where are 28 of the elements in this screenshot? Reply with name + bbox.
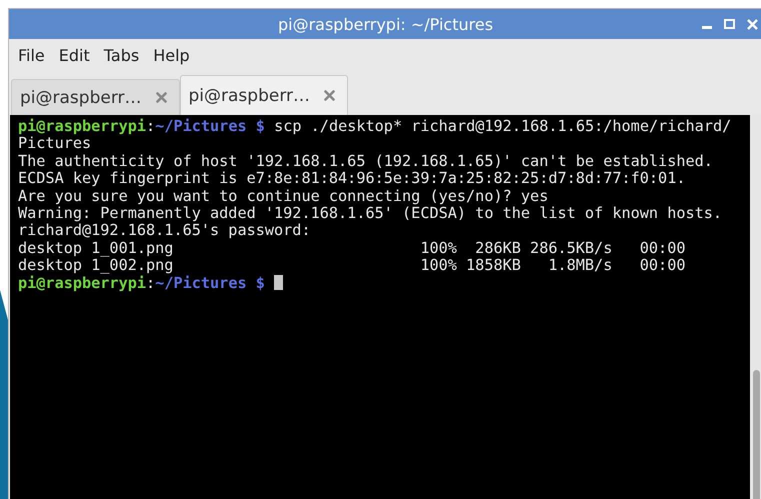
output-line: desktop 1_001.png 100% 286KB 286.5KB/s 00:00: [18, 240, 686, 258]
scrollbar-thumb[interactable]: [753, 370, 760, 499]
output-line: The authenticity of host '192.168.1.65 (192.168.1.65)' can't be established.: [18, 152, 714, 170]
output-line: Pictures: [18, 135, 92, 153]
output-line: desktop 1_002.png 100% 1858KB 1.8MB/s 00:00: [18, 257, 686, 275]
output-line: richard@192.168.1.65's password:: [18, 222, 312, 240]
menu-item[interactable]: Help: [148, 44, 195, 66]
prompt-user: pi@raspberrypi: [18, 274, 146, 292]
prompt-path: ~/Pictures $: [155, 117, 265, 135]
menu-item[interactable]: Tabs: [98, 44, 144, 66]
scrollbar[interactable]: [750, 115, 761, 499]
output-line: Warning: Permanently added '192.168.1.65' (ECDSA) to the list of known hosts.: [18, 205, 724, 222]
output-line: Are you sure you want to continue connecting (yes/no)? yes: [18, 188, 550, 206]
command-text: scp ./desktop* richard@192.168.1.65:/home/richard/: [274, 117, 732, 135]
prompt-user: pi@raspberrypi: [18, 117, 146, 135]
window-title: pi@raspberrypi: ~/Pictures: [278, 14, 494, 34]
close-icon[interactable]: [156, 92, 166, 103]
terminal-area[interactable]: [10, 115, 761, 499]
prompt-path: ~/Pictures $: [155, 274, 265, 292]
close-icon[interactable]: [324, 90, 335, 101]
terminal-tab[interactable]: pi@raspberr…: [11, 79, 180, 115]
output-line: ECDSA key fingerprint is e7:8e:81:84:96:5e:39:7a:25:82:25:d7:8d:77:f0:01.: [18, 170, 686, 188]
menu-item[interactable]: File: [13, 44, 50, 66]
maximize-icon[interactable]: [724, 19, 735, 29]
prompt-separator: :: [146, 274, 156, 292]
menu-item[interactable]: Edit: [54, 44, 95, 66]
prompt-separator: :: [146, 117, 156, 135]
terminal-tab[interactable]: pi@raspberr…: [180, 75, 348, 115]
